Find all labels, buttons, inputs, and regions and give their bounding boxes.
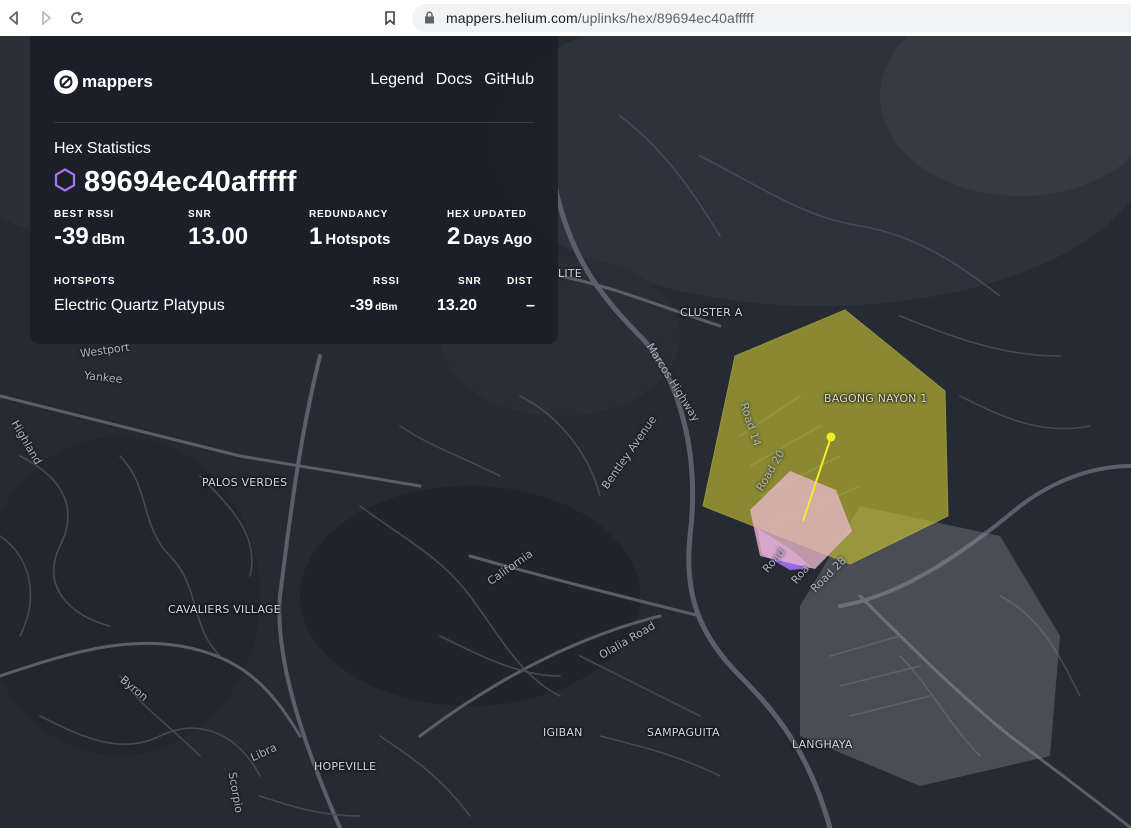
place-label-cluster-a: CLUSTER A — [680, 306, 743, 319]
stat-value: 1 — [309, 223, 323, 250]
bookmark-icon[interactable] — [380, 8, 400, 28]
stat-label: SNR — [188, 209, 212, 220]
place-label-bagong-nayon: BAGONG NAYON 1 — [824, 392, 928, 405]
stat-snr: SNR 13.00 — [188, 209, 248, 251]
stat-value: 13.00 — [188, 223, 249, 250]
hex-info-panel: mappers Legend Docs GitHub Hex Statistic… — [30, 36, 558, 344]
brand[interactable]: mappers — [54, 70, 153, 94]
docs-link[interactable]: Docs — [436, 71, 472, 89]
stat-hex-updated: HEX UPDATED 2 Days Ago — [447, 209, 532, 251]
column-header-snr: SNR — [458, 276, 482, 287]
rssi-value: -39 — [350, 297, 374, 314]
hotspot-snr: 13.20 — [437, 297, 478, 314]
hex-id: 89694ec40afffff — [84, 166, 297, 198]
rssi-unit: dBm — [375, 302, 398, 313]
back-icon[interactable] — [4, 8, 24, 28]
stat-unit: dBm — [91, 231, 126, 248]
lock-icon — [424, 11, 435, 29]
section-heading: Hex Statistics — [54, 140, 151, 157]
stat-unit: Hotspots — [325, 231, 391, 248]
stat-value: -39 — [54, 223, 89, 250]
column-header-hotspots: HOTSPOTS — [54, 276, 116, 287]
stat-best-rssi: BEST RSSI -39 dBm — [54, 209, 125, 251]
reload-icon[interactable] — [67, 8, 87, 28]
place-label-hopeville: HOPEVILLE — [314, 760, 377, 773]
browser-toolbar: mappers.helium.com/uplinks/hex/89694ec40… — [0, 0, 1131, 37]
stat-label: BEST RSSI — [54, 209, 114, 220]
hotspot-rssi: -39 dBm — [350, 297, 397, 315]
url-path: /uplinks/hex/89694ec40afffff — [577, 10, 754, 26]
stat-label: REDUNDANCY — [309, 209, 389, 220]
url-host: mappers.helium.com — [446, 10, 578, 26]
place-label-cavaliers: CAVALIERS VILLAGE — [168, 603, 281, 616]
place-label-sampaguita: SAMPAGUITA — [647, 726, 720, 739]
hex-id-row: 89694ec40afffff — [54, 166, 297, 199]
stat-unit: Days Ago — [463, 231, 532, 248]
forward-icon[interactable] — [36, 8, 56, 28]
stat-redundancy: REDUNDANCY 1 Hotspots — [309, 209, 390, 251]
hexagon-icon — [54, 168, 76, 197]
column-header-rssi: RSSI — [373, 276, 400, 287]
top-nav: Legend Docs GitHub — [370, 71, 534, 89]
brand-name: mappers — [82, 72, 153, 91]
hotspot-name[interactable]: Electric Quartz Platypus — [54, 297, 225, 315]
legend-link[interactable]: Legend — [370, 71, 423, 89]
column-header-dist: DIST — [507, 276, 533, 287]
address-bar[interactable]: mappers.helium.com/uplinks/hex/89694ec40… — [412, 4, 1131, 32]
hotspot-dist: – — [526, 297, 535, 314]
hotspot-marker[interactable] — [826, 432, 836, 442]
place-label-lite: LITE — [558, 267, 582, 280]
stat-label: HEX UPDATED — [447, 209, 527, 220]
mappers-logo-icon — [54, 70, 78, 94]
place-label-langhaya: LANGHAYA — [792, 738, 853, 751]
place-label-igiban: IGIBAN — [543, 726, 583, 739]
place-label-palos-verdes: PALOS VERDES — [202, 476, 288, 489]
url-text: mappers.helium.com/uplinks/hex/89694ec40… — [446, 10, 754, 26]
stat-value: 2 — [447, 223, 461, 250]
github-link[interactable]: GitHub — [484, 71, 534, 89]
divider — [54, 122, 534, 123]
